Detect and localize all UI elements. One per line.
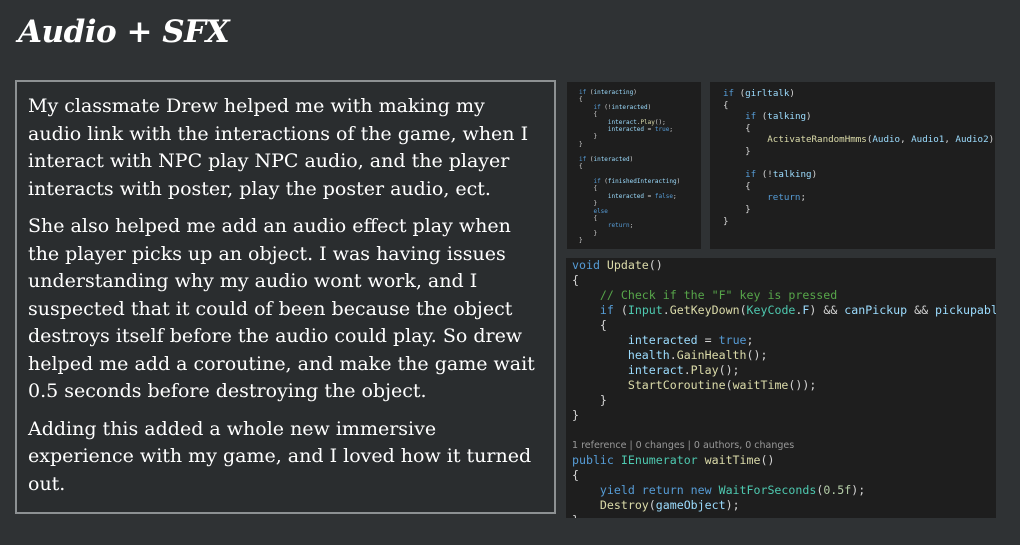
code-line: }: [572, 393, 607, 407]
code-line: if (interacting): [579, 89, 637, 96]
code-line: }: [579, 229, 598, 237]
code-line: yield return new WaitForSeconds(0.5f);: [599, 483, 866, 497]
code-line: // Check if the "F" key is pressed: [599, 288, 838, 302]
code-line: health.GainHealth();: [627, 348, 768, 362]
code-line: interact.Play();: [607, 118, 666, 126]
code-line: }: [572, 408, 579, 422]
code-line: {: [572, 273, 579, 287]
codelens-meta[interactable]: 1 reference | 0 changes | 0 authors, 0 c…: [572, 438, 996, 453]
code-line: Destroy(gameObject);: [599, 498, 740, 512]
code-line: return;: [607, 222, 634, 230]
code-line: return;: [767, 192, 807, 204]
code-line: }: [572, 513, 996, 518]
code-snippet-update: void Update() { // Check if the "F" key …: [566, 258, 996, 518]
code-line: interacted = true;: [627, 333, 754, 347]
code-line: }: [723, 145, 751, 157]
code-line: interact.Play();: [627, 363, 740, 377]
code-line: {: [579, 163, 583, 171]
code-line: }: [579, 237, 583, 245]
code-line: {: [579, 185, 598, 193]
code-line: {: [723, 180, 751, 192]
code-line: }: [579, 200, 598, 208]
code-line: public IEnumerator waitTime(): [572, 453, 775, 467]
code-line: else: [593, 207, 608, 215]
code-line: {: [579, 111, 598, 119]
code-line: {: [579, 214, 598, 222]
paragraph-2: She also helped me add an audio effect p…: [28, 215, 535, 402]
code-line: }: [579, 140, 583, 148]
code-line: if (finishedInteracting): [593, 177, 681, 185]
code-line: interacted = true;: [607, 126, 673, 134]
code-snippet-girltalk: if (girltalk) { if (talking) { ActivateR…: [710, 82, 995, 249]
code-line: }: [723, 203, 751, 215]
code-line: if (!talking): [745, 169, 818, 181]
paragraph-1: My classmate Drew helped me with making …: [28, 95, 529, 200]
page-title: Audio + SFX: [18, 14, 230, 50]
text-panel: My classmate Drew helped me with making …: [15, 80, 556, 514]
code-line: }: [723, 215, 729, 227]
code-line: if (interacted): [579, 155, 634, 163]
code-snippet-interaction: if (interacting) { if (!interacted) { in…: [567, 82, 701, 249]
code-line: if (Input.GetKeyDown(KeyCode.F) && canPi…: [599, 303, 996, 317]
code-line: if (girltalk): [723, 88, 795, 99]
code-line: StartCoroutine(waitTime());: [627, 378, 817, 392]
code-line: {: [572, 468, 579, 482]
code-line: interacted = false;: [607, 192, 677, 200]
code-line: {: [572, 318, 607, 332]
code-line: {: [723, 122, 751, 134]
paragraph-3: Adding this added a whole new immersive …: [28, 417, 532, 495]
code-line: if (talking): [745, 111, 812, 123]
code-line: }: [579, 133, 598, 141]
code-line: ActivateRandomHmms(Audio, Audio1, Audio2…: [767, 134, 995, 146]
code-line: void Update(): [572, 258, 663, 272]
code-line: {: [723, 99, 729, 111]
code-line: {: [579, 96, 583, 104]
code-line: if (!interacted): [593, 103, 652, 111]
